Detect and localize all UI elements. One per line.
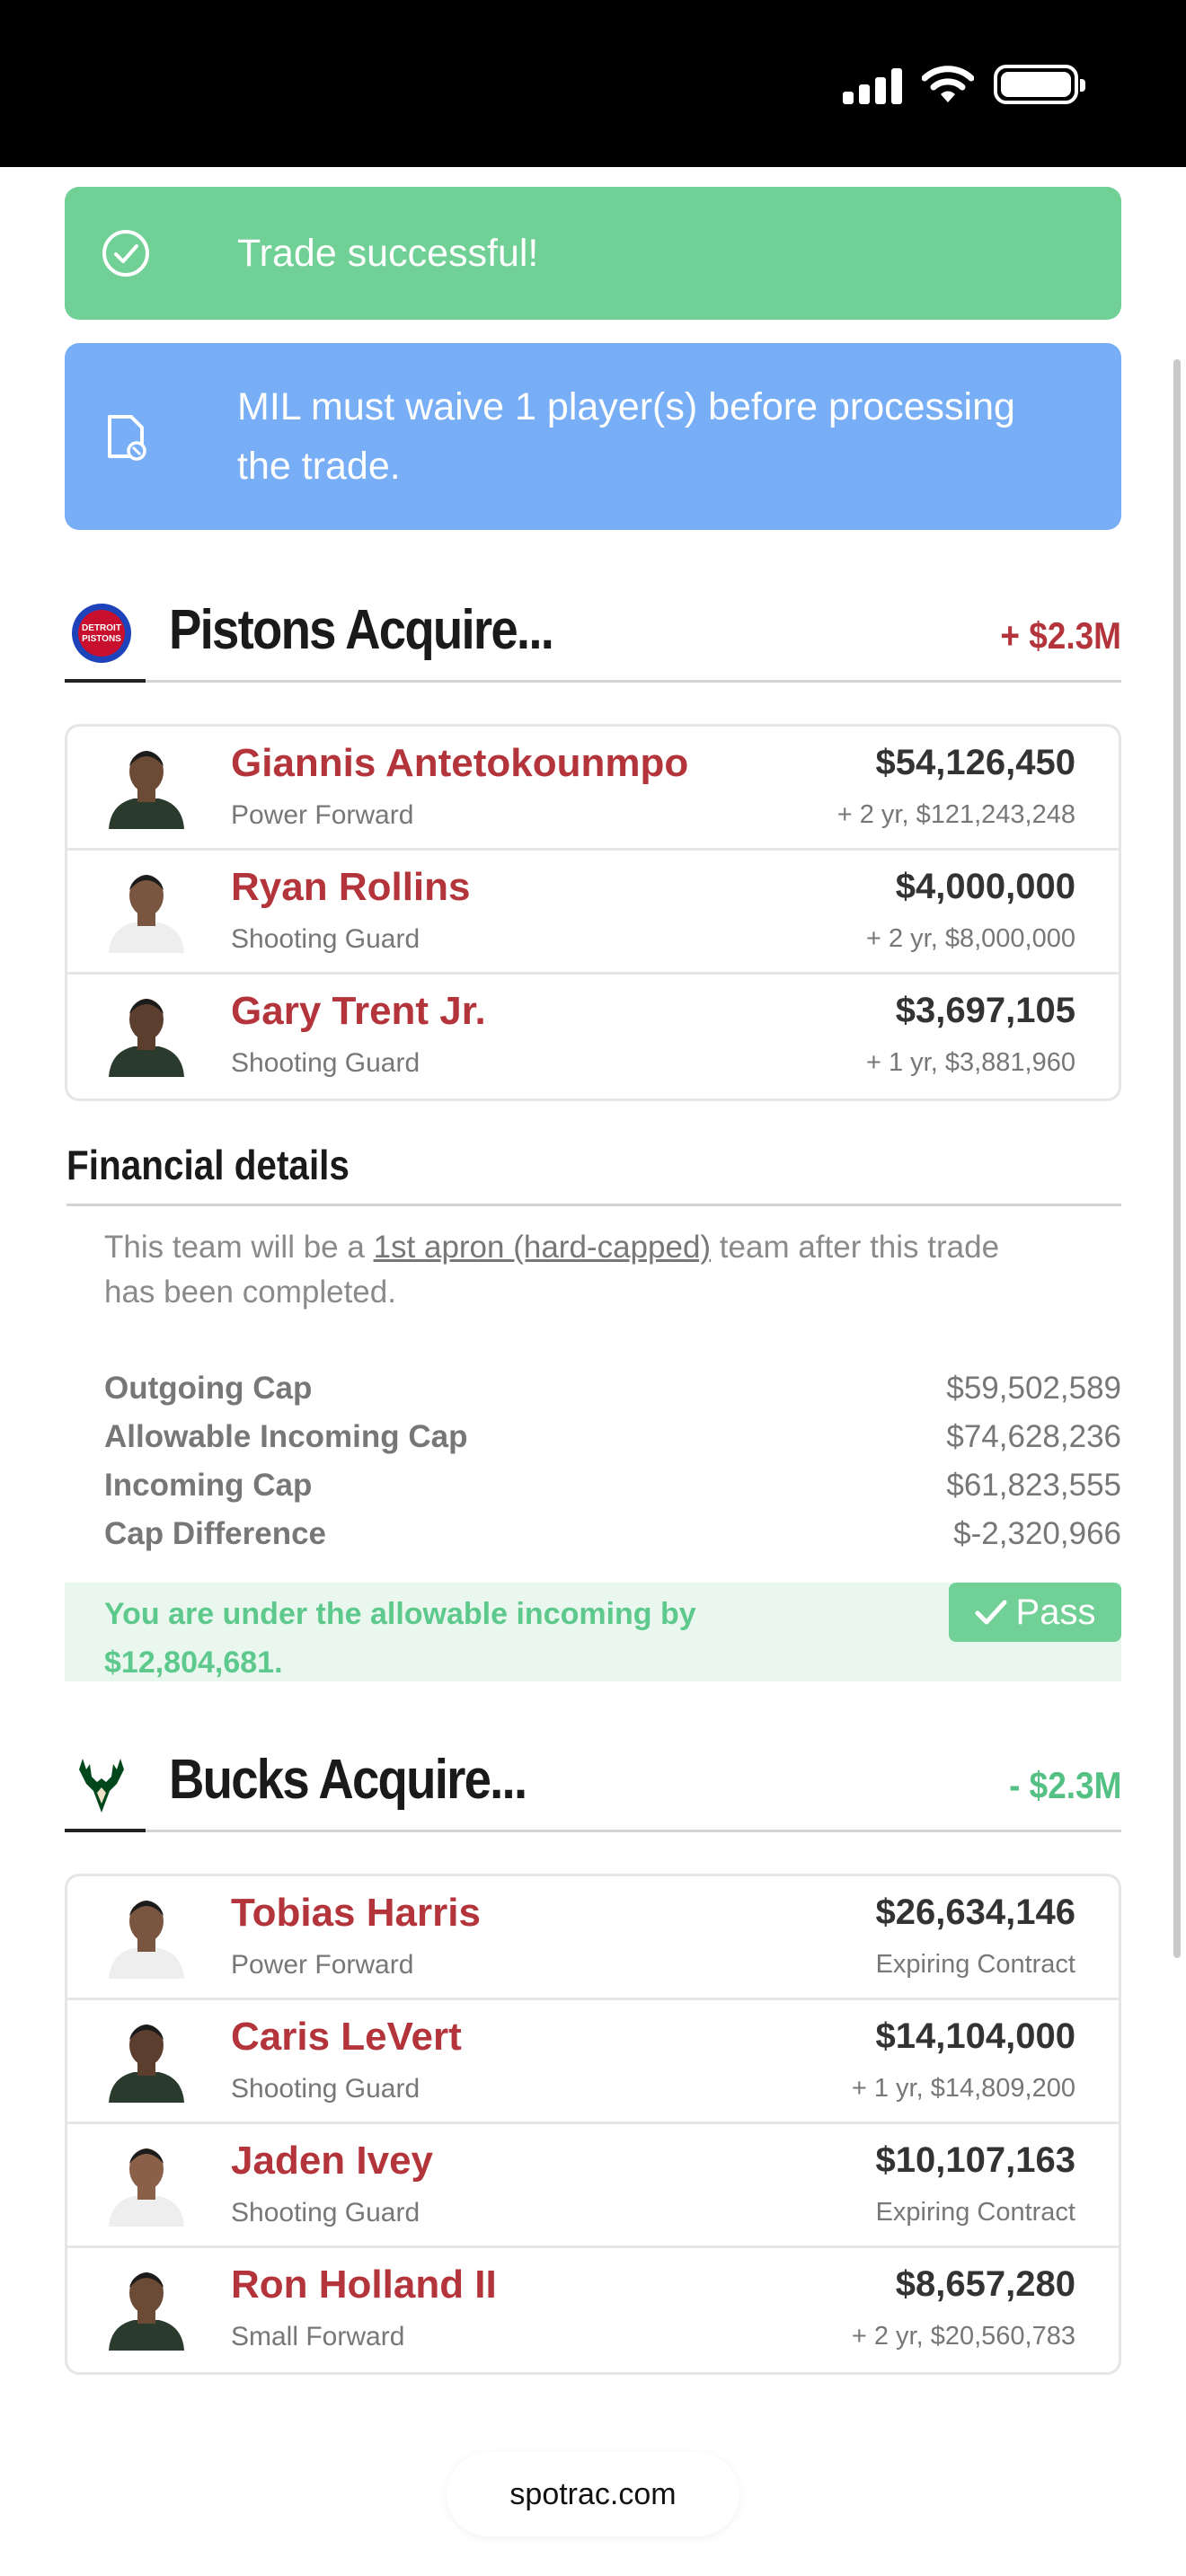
player-contract: + 2 yr, $20,560,783 xyxy=(851,2322,1075,2351)
player-contract: Expiring Contract xyxy=(875,1950,1075,1979)
bucks-logo xyxy=(79,1759,124,1813)
scrollbar[interactable] xyxy=(1173,359,1181,1958)
player-row[interactable]: Giannis Antetokounmpo Power Forward $54,12… xyxy=(67,727,1119,851)
financial-value: $-2,320,966 xyxy=(953,1516,1121,1551)
financial-value: $61,823,555 xyxy=(946,1468,1121,1503)
financial-row: Outgoing Cap $59,502,589 xyxy=(104,1371,1121,1419)
player-headshot xyxy=(109,2025,184,2103)
player-headshot xyxy=(109,2148,184,2227)
cellular-signal-icon xyxy=(843,65,902,104)
player-position: Shooting Guard xyxy=(231,1048,420,1078)
player-salary: $8,657,280 xyxy=(895,2264,1075,2304)
player-contract: + 1 yr, $14,809,200 xyxy=(851,2074,1075,2103)
pistons-logo: DETROIT PISTONS xyxy=(72,604,131,663)
financial-label: Incoming Cap xyxy=(104,1468,313,1503)
player-name[interactable]: Jaden Ivey xyxy=(231,2139,433,2183)
pistons-title: Pistons Acquire... xyxy=(169,599,554,661)
financial-label: Cap Difference xyxy=(104,1516,327,1551)
player-position: Power Forward xyxy=(231,800,414,830)
status-icons xyxy=(843,65,1085,104)
player-name[interactable]: Tobias Harris xyxy=(231,1891,481,1936)
player-position: Shooting Guard xyxy=(231,924,420,954)
bucks-cap-delta: - $2.3M xyxy=(1008,1764,1121,1806)
divider xyxy=(66,1204,1121,1206)
player-position: Shooting Guard xyxy=(231,2074,420,2104)
player-headshot xyxy=(109,999,184,1077)
wifi-icon xyxy=(922,66,974,102)
financial-label: Outgoing Cap xyxy=(104,1371,313,1406)
player-position: Shooting Guard xyxy=(231,2198,420,2228)
battery-icon xyxy=(994,65,1085,104)
pass-message: You are under the allowable incoming by … xyxy=(104,1597,696,1680)
financial-row: Allowable Incoming Cap $74,628,236 xyxy=(104,1419,1121,1468)
player-name[interactable]: Ron Holland II xyxy=(231,2263,497,2307)
pistons-logo-text-1: DETROIT xyxy=(82,623,121,633)
pass-status-box: You are under the allowable incoming by … xyxy=(65,1583,1121,1681)
player-name[interactable]: Ryan Rollins xyxy=(231,865,471,910)
player-name[interactable]: Gary Trent Jr. xyxy=(231,989,486,1034)
player-salary: $54,126,450 xyxy=(875,743,1075,782)
player-headshot xyxy=(109,1901,184,1979)
financial-value: $59,502,589 xyxy=(946,1371,1121,1406)
pass-label: Pass xyxy=(1015,1592,1096,1632)
player-position: Power Forward xyxy=(231,1950,414,1980)
bucks-section-header: Bucks Acquire... - $2.3M xyxy=(65,1734,1121,1832)
status-bar xyxy=(0,0,1186,167)
player-row[interactable]: Tobias Harris Power Forward $26,634,146 Exp… xyxy=(67,1876,1119,2000)
player-salary: $10,107,163 xyxy=(875,2140,1075,2180)
player-salary: $4,000,000 xyxy=(895,867,1075,906)
financial-row: Cap Difference $-2,320,966 xyxy=(104,1516,1121,1565)
info-alert-text: MIL must waive 1 player(s) before proces… xyxy=(237,385,1015,488)
player-salary: $26,634,146 xyxy=(875,1892,1075,1932)
pistons-cap-delta: + $2.3M xyxy=(1000,614,1121,657)
apron-note: This team will be a 1st apron (hard-capp… xyxy=(104,1225,1057,1315)
financial-label: Allowable Incoming Cap xyxy=(104,1419,468,1454)
pass-badge: Pass xyxy=(949,1583,1121,1642)
browser-address-bar[interactable]: spotrac.com xyxy=(447,2452,739,2536)
financial-value: $74,628,236 xyxy=(946,1419,1121,1454)
player-position: Small Forward xyxy=(231,2322,405,2351)
player-contract: + 2 yr, $8,000,000 xyxy=(866,924,1075,953)
player-contract: + 1 yr, $3,881,960 xyxy=(866,1048,1075,1077)
pistons-section-header: DETROIT PISTONS Pistons Acquire... + $2.… xyxy=(65,584,1121,683)
player-name[interactable]: Caris LeVert xyxy=(231,2015,462,2060)
checkmark-icon xyxy=(975,1600,1007,1625)
player-headshot xyxy=(109,2272,184,2351)
player-contract: Expiring Contract xyxy=(875,2198,1075,2227)
apron-link[interactable]: 1st apron (hard-capped) xyxy=(374,1230,712,1265)
check-circle-icon xyxy=(101,228,151,278)
document-warning-icon xyxy=(101,411,151,462)
pistons-player-list: Giannis Antetokounmpo Power Forward $54,12… xyxy=(65,724,1121,1101)
player-row[interactable]: Ryan Rollins Shooting Guard $4,000,000 + 2 … xyxy=(67,851,1119,975)
pistons-logo-text-2: PISTONS xyxy=(82,634,121,644)
player-row[interactable]: Jaden Ivey Shooting Guard $10,107,163 Expir… xyxy=(67,2124,1119,2248)
player-headshot xyxy=(109,751,184,829)
player-contract: + 2 yr, $121,243,248 xyxy=(836,800,1075,829)
bucks-title: Bucks Acquire... xyxy=(169,1749,527,1811)
player-row[interactable]: Gary Trent Jr. Shooting Guard $3,697,105 + … xyxy=(67,975,1119,1098)
financial-details-title: Financial details xyxy=(66,1142,350,1188)
player-row[interactable]: Ron Holland II Small Forward $8,657,280 + 2… xyxy=(67,2248,1119,2372)
player-salary: $14,104,000 xyxy=(875,2016,1075,2056)
trade-success-alert: Trade successful! xyxy=(65,187,1121,320)
apron-note-before: This team will be a xyxy=(104,1230,374,1265)
player-row[interactable]: Caris LeVert Shooting Guard $14,104,000 + 1… xyxy=(67,2000,1119,2124)
waive-info-alert: MIL must waive 1 player(s) before proces… xyxy=(65,343,1121,530)
bucks-player-list: Tobias Harris Power Forward $26,634,146 Exp… xyxy=(65,1874,1121,2375)
financial-row: Incoming Cap $61,823,555 xyxy=(104,1468,1121,1516)
player-salary: $3,697,105 xyxy=(895,991,1075,1030)
success-alert-text: Trade successful! xyxy=(237,232,539,275)
player-name[interactable]: Giannis Antetokounmpo xyxy=(231,741,688,786)
player-headshot xyxy=(109,875,184,953)
